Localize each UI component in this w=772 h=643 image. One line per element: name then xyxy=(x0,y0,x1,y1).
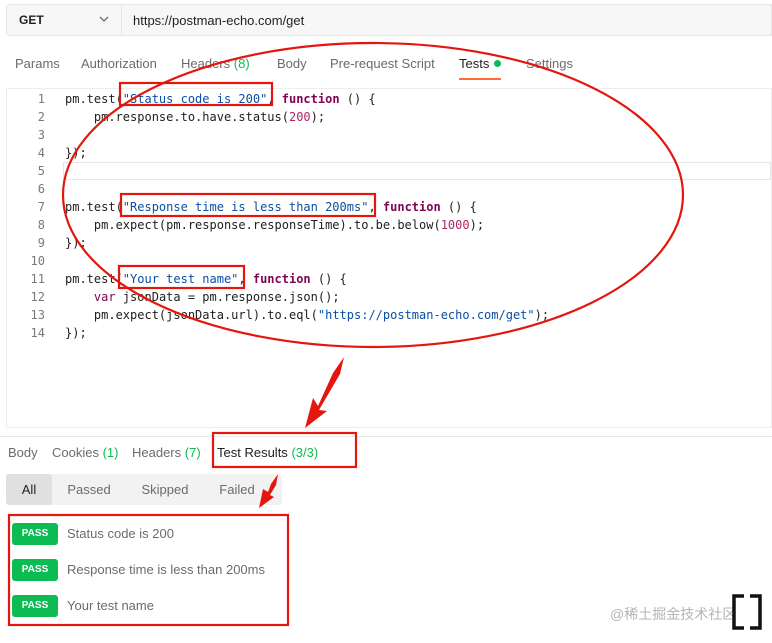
code-text: pm.test("Response time is less than 200m… xyxy=(65,200,477,214)
filter-passed[interactable]: Passed xyxy=(56,474,122,505)
tab-label: Authorization xyxy=(81,56,157,71)
code-line: 6 xyxy=(7,180,772,198)
tab-label: Settings xyxy=(526,56,573,71)
tab-cookies[interactable]: Cookies (1) xyxy=(52,445,118,460)
pass-badge: PASS xyxy=(12,595,58,617)
line-number: 14 xyxy=(30,326,45,340)
code-text: }); xyxy=(65,146,87,160)
code-text: pm.test("Status code is 200", function (… xyxy=(65,92,376,106)
tab-label: Headers xyxy=(132,445,182,460)
code-line: 10 xyxy=(7,252,772,270)
tab-test-results[interactable]: Test Results (3/3) xyxy=(217,445,318,460)
test-name-string: "Response time is less than 200ms" xyxy=(122,200,369,214)
code-text: pm.expect(pm.response.responseTime).to.b… xyxy=(65,218,485,232)
line-number: 2 xyxy=(37,110,45,124)
code-line: 7 pm.test("Response time is less than 200… xyxy=(7,198,772,216)
code-text: pm.response.to.have.status(200); xyxy=(65,110,326,124)
tab-label: Pre-request Script xyxy=(330,56,435,71)
line-number: 13 xyxy=(30,308,45,322)
code-text: pm.expect(jsonData.url).to.eql("https://… xyxy=(65,308,550,322)
keyword: function xyxy=(281,92,340,106)
tab-headers[interactable]: Headers (8) xyxy=(181,56,250,71)
number-literal: 200 xyxy=(288,110,311,124)
code-line: 1 pm.test("Status code is 200", function … xyxy=(7,90,772,108)
tab-label: Params xyxy=(15,56,60,71)
filter-all[interactable]: All xyxy=(6,474,52,505)
code-line: 12 var jsonData = pm.response.json(); xyxy=(7,288,772,306)
test-name-string: "Status code is 200" xyxy=(122,92,268,106)
tab-response-body[interactable]: Body xyxy=(8,445,38,460)
filter-failed[interactable]: Failed xyxy=(208,474,266,505)
tab-params[interactable]: Params xyxy=(15,56,60,71)
line-number: 8 xyxy=(37,218,45,232)
line-number: 7 xyxy=(37,200,45,214)
line-number: 3 xyxy=(37,128,45,142)
keyword: function xyxy=(252,272,311,286)
test-result-row: PASS Status code is 200 xyxy=(12,523,282,545)
tab-pre-request-script[interactable]: Pre-request Script xyxy=(330,56,435,71)
test-result-row: PASS Response time is less than 200ms xyxy=(12,559,282,581)
chevron-down-icon xyxy=(99,16,109,22)
keyword: function xyxy=(382,200,441,214)
tab-settings[interactable]: Settings xyxy=(526,56,573,71)
bracket-logo-icon xyxy=(732,594,762,630)
filter-skipped[interactable]: Skipped xyxy=(130,474,200,505)
code-line: 8 pm.expect(pm.response.responseTime).to… xyxy=(7,216,772,234)
url-input[interactable]: https://postman-echo.com/get xyxy=(122,4,772,36)
line-number: 10 xyxy=(30,254,45,268)
url-bar: GET https://postman-echo.com/get xyxy=(0,0,772,40)
code-text: pm.test("Your test name", function () { xyxy=(65,272,347,286)
method-select[interactable]: GET xyxy=(6,4,122,36)
tab-count: (3/3) xyxy=(291,445,319,460)
test-result-name: Your test name xyxy=(67,598,154,613)
code-text: }); xyxy=(65,236,87,250)
code-line: 11 pm.test("Your test name", function () … xyxy=(7,270,772,288)
tab-label: Body xyxy=(8,445,38,460)
tab-response-headers[interactable]: Headers (7) xyxy=(132,445,201,460)
test-result-name: Response time is less than 200ms xyxy=(67,562,265,577)
line-number: 1 xyxy=(37,92,45,106)
tab-label: Tests xyxy=(459,56,490,71)
tab-authorization[interactable]: Authorization xyxy=(81,56,157,71)
code-line: 3 xyxy=(7,126,772,144)
tests-indicator-dot xyxy=(494,60,502,67)
tab-count: (7) xyxy=(184,445,201,460)
tab-label: Cookies xyxy=(52,445,99,460)
code-line: 14}); xyxy=(7,324,772,342)
line-number: 5 xyxy=(37,164,45,178)
code-line: 2 pm.response.to.have.status(200); xyxy=(7,108,772,126)
watermark: @稀土掘金技术社区 xyxy=(610,606,737,622)
tab-count: (1) xyxy=(102,445,119,460)
tab-label: Body xyxy=(277,56,307,71)
tab-label: Test Results xyxy=(217,445,288,460)
code-text: var jsonData = pm.response.json(); xyxy=(93,290,340,304)
response-tabs: Body Cookies (1) Headers (7) Test Result… xyxy=(0,436,772,466)
tab-tests[interactable]: Tests xyxy=(459,56,502,80)
test-result-name: Status code is 200 xyxy=(67,526,174,541)
tab-count: (8) xyxy=(233,56,250,71)
request-tabs: Params Authorization Headers (8) Body Pr… xyxy=(0,50,772,80)
tests-code-editor[interactable]: 1 pm.test("Status code is 200", function … xyxy=(6,88,772,428)
line-number: 6 xyxy=(37,182,45,196)
line-number: 9 xyxy=(37,236,45,250)
url-string: "https://postman-echo.com/get" xyxy=(317,308,535,322)
line-number: 11 xyxy=(30,272,45,286)
test-name-string: "Your test name" xyxy=(122,272,239,286)
number-literal: 1000 xyxy=(440,218,470,232)
code-line: 9}); xyxy=(7,234,772,252)
line-number: 4 xyxy=(37,146,45,160)
pass-badge: PASS xyxy=(12,523,58,545)
code-text: }); xyxy=(65,326,87,340)
keyword: var xyxy=(93,290,116,304)
code-line: 5 xyxy=(7,162,772,180)
code-line: 13 pm.expect(jsonData.url).to.eql("https… xyxy=(7,306,772,324)
results-filter-bar: All Passed Skipped Failed xyxy=(6,474,282,505)
code-line: 4}); xyxy=(7,144,772,162)
line-number: 12 xyxy=(30,290,45,304)
pass-badge: PASS xyxy=(12,559,58,581)
tab-body[interactable]: Body xyxy=(277,56,307,71)
tab-label: Headers xyxy=(181,56,231,71)
test-result-row: PASS Your test name xyxy=(12,595,282,617)
method-label: GET xyxy=(19,13,44,27)
